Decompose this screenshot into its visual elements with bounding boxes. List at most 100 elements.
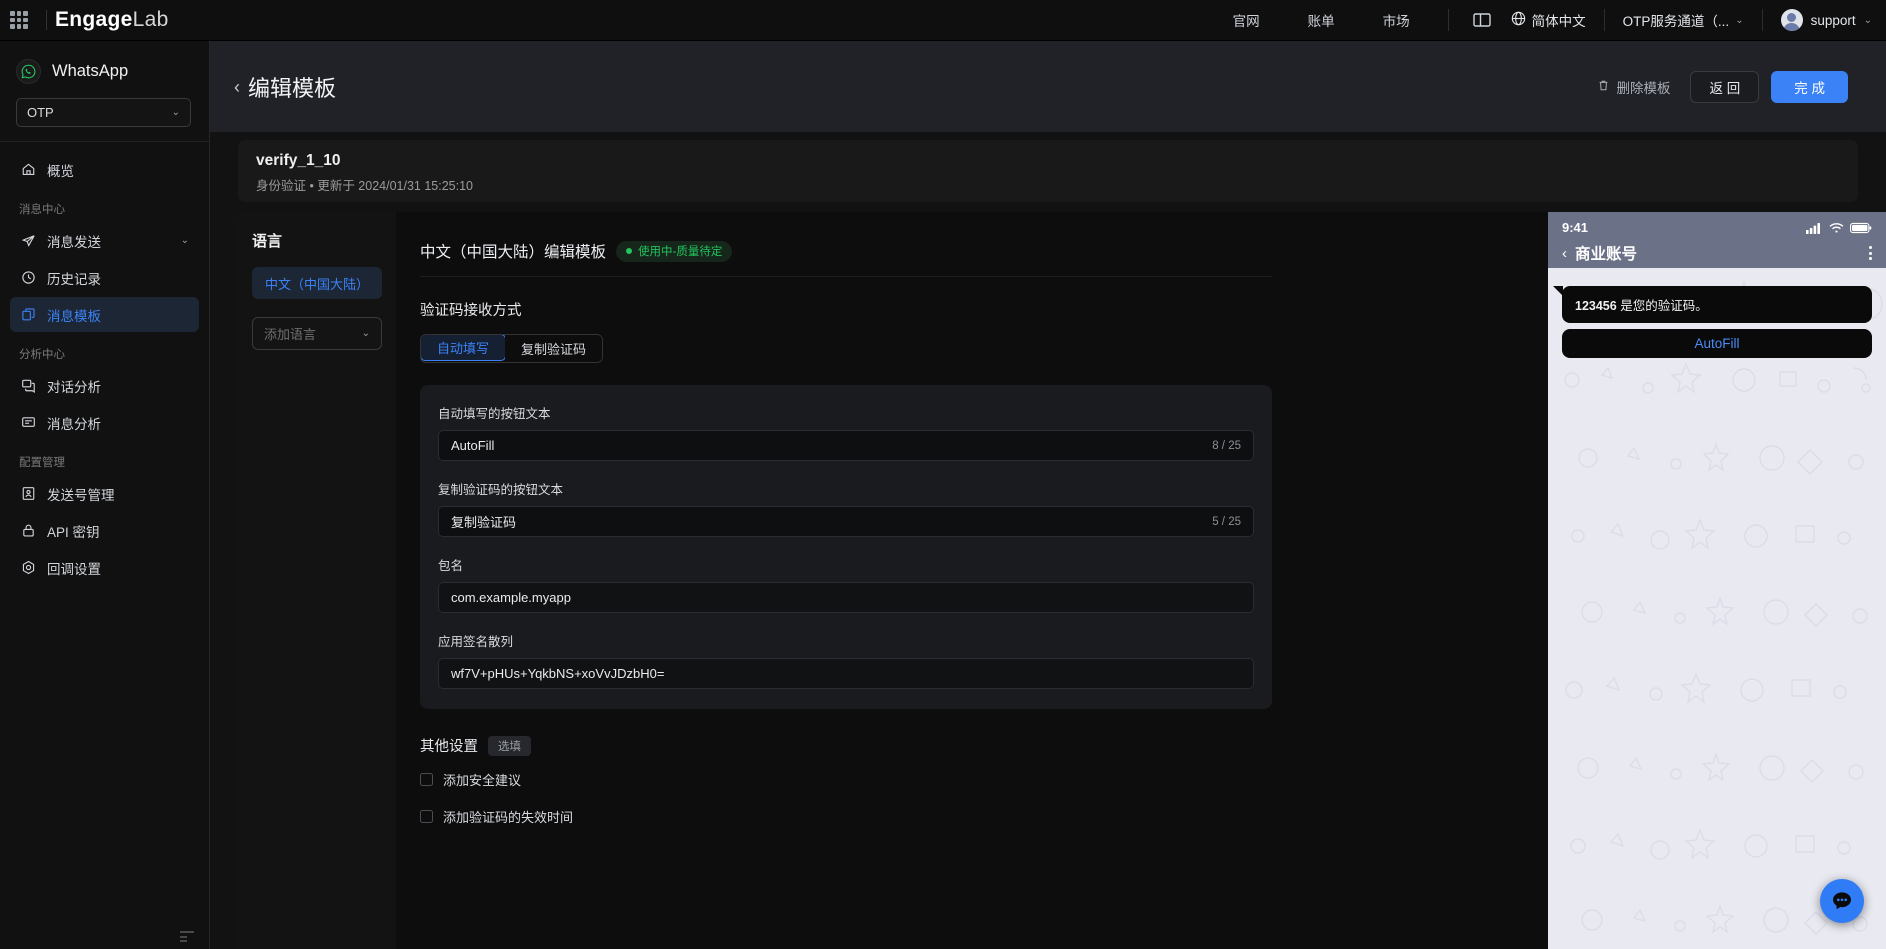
sidebar-group-config-management: 配置管理 (19, 457, 65, 469)
sidebar-item-conversation-analytics[interactable]: 对话分析 (10, 368, 199, 403)
sidebar-collapse-toggle[interactable] (178, 929, 196, 943)
optional-badge: 选填 (488, 735, 531, 756)
package-name-input[interactable] (451, 590, 1241, 605)
template-meta: 身份验证 • 更新于 2024/01/31 15:25:10 (256, 179, 473, 193)
status-dot-icon (626, 248, 633, 254)
top-divider (46, 10, 47, 30)
add-language-select[interactable]: 添加语言 ⌄ (252, 317, 382, 350)
callback-icon (20, 560, 36, 576)
checkbox-box[interactable] (420, 810, 433, 823)
user-menu[interactable]: support ⌄ (1780, 9, 1872, 31)
chevron-down-icon: ⌄ (361, 328, 370, 339)
add-language-placeholder: 添加语言 (264, 327, 317, 342)
copy-code-button-text-input-wrap[interactable]: 5 / 25 (438, 506, 1254, 537)
field-package-name: 包名 (438, 555, 1254, 613)
preview-message-bubble: 123456 是您的验证码。 (1553, 286, 1872, 323)
top-separator-3 (1761, 9, 1763, 31)
sidebar-item-label: 消息模板 (47, 308, 101, 324)
sidebar-item-callback-settings[interactable]: 回调设置 (10, 550, 199, 585)
done-button[interactable]: 完 成 (1771, 70, 1848, 103)
battery-icon (1850, 222, 1872, 233)
preview-gutter (1296, 212, 1576, 949)
sidebar-nav: 概览 消息中心 消息发送 ⌄ 历史记录 消息模板 分析中心 对话分析 消息分析 … (0, 142, 209, 585)
phone-nav-bar: ‹ 商业账号 (1562, 239, 1872, 267)
sidebar-item-history[interactable]: 历史记录 (10, 260, 199, 295)
autofill-button-text-input-wrap[interactable]: 8 / 25 (438, 430, 1254, 461)
phone-back-icon[interactable]: ‹ (1562, 245, 1567, 262)
language-switcher[interactable]: 简体中文 (1511, 10, 1586, 30)
delete-template-button[interactable]: 删除模板 (1597, 77, 1670, 97)
product-name: WhatsApp (52, 62, 129, 80)
brand-part2: Lab (132, 8, 169, 31)
checkbox-code-expiry[interactable]: 添加验证码的失效时间 (420, 807, 1272, 826)
channel-label: OTP服务通道（... (1622, 14, 1730, 29)
avatar (1780, 9, 1803, 31)
template-name: verify_1_10 (256, 152, 341, 169)
sidebar-item-sender-number[interactable]: 发送号管理 (10, 476, 199, 511)
send-icon (20, 233, 36, 249)
topnav-market[interactable]: 市场 (1383, 10, 1410, 30)
sidebar-item-message-template[interactable]: 消息模板 (10, 297, 199, 332)
phone-number-icon (20, 486, 36, 502)
panel-layout-icon[interactable] (1472, 12, 1491, 28)
page-title: 编辑模板 (248, 75, 337, 101)
chevron-down-icon: ⌄ (180, 235, 189, 246)
preview-action-button[interactable]: AutoFill (1562, 329, 1872, 358)
sidebar-item-overview[interactable]: 概览 (10, 152, 199, 187)
app-signature-hash-input-wrap[interactable] (438, 658, 1254, 689)
other-settings-title: 其他设置 (420, 739, 478, 755)
phone-more-icon[interactable] (1869, 246, 1872, 260)
package-name-input-wrap[interactable] (438, 582, 1254, 613)
channel-selector[interactable]: OTP服务通道（... ⌄ (1623, 10, 1744, 30)
globe-icon (1511, 11, 1526, 29)
tab-autofill[interactable]: 自动填写 (421, 335, 507, 361)
grid-apps-icon[interactable] (10, 11, 28, 29)
product-row: WhatsApp (16, 59, 193, 84)
preview-message-text: 是您的验证码。 (1616, 299, 1708, 313)
copy-code-button-text-input[interactable] (451, 514, 1213, 529)
sidebar-item-message-analytics[interactable]: 消息分析 (10, 405, 199, 440)
sidebar-item-api-key[interactable]: API 密钥 (10, 513, 199, 548)
checkbox-security-advice[interactable]: 添加安全建议 (420, 770, 1272, 789)
top-separator-2 (1603, 9, 1605, 31)
tab-copy-code[interactable]: 复制验证码 (505, 335, 603, 362)
brand-logo: Engage Lab (55, 8, 169, 32)
field-app-signature-hash: 应用签名散列 (438, 631, 1254, 689)
sidebar-group-message-center: 消息中心 (19, 204, 65, 216)
sidebar-item-label: 发送号管理 (47, 487, 115, 503)
sidebar-item-send-message[interactable]: 消息发送 ⌄ (10, 223, 199, 258)
channel-select-value: OTP (27, 105, 54, 120)
editor-title-row: 中文（中国大陆）编辑模板 使用中-质量待定 (420, 240, 1272, 262)
phone-top-bar: 9:41 ‹ 商业账号 (1548, 212, 1886, 268)
checkbox-box[interactable] (420, 773, 433, 786)
page-header: ‹ 编辑模板 删除模板 返 回 完 成 (210, 41, 1886, 132)
history-icon (20, 270, 36, 286)
language-heading: 语言 (252, 233, 283, 250)
char-counter: 8 / 25 (1212, 439, 1241, 452)
trash-icon (1597, 79, 1610, 95)
topnav-billing[interactable]: 账单 (1308, 10, 1335, 30)
field-label: 自动填写的按钮文本 (438, 407, 551, 421)
top-separator-1 (1447, 9, 1449, 31)
sidebar-item-label: 对话分析 (47, 379, 101, 395)
chevron-down-icon: ⌄ (171, 107, 180, 118)
template-info-card: verify_1_10 身份验证 • 更新于 2024/01/31 15:25:… (238, 140, 1858, 202)
sidebar-item-label: 消息发送 (47, 234, 101, 250)
topnav-official-site[interactable]: 官网 (1233, 10, 1260, 30)
channel-select[interactable]: OTP ⌄ (16, 98, 191, 127)
back-button[interactable]: 返 回 (1690, 70, 1760, 103)
phone-status-bar: 9:41 (1562, 218, 1872, 237)
language-item-zh-cn[interactable]: 中文（中国大陆） (252, 267, 382, 299)
support-chat-fab[interactable] (1820, 879, 1864, 923)
phone-preview: 9:41 ‹ 商业账号 123456 是您的验证码。 AutoFill (1548, 212, 1886, 949)
template-icon (20, 307, 36, 323)
checkbox-label: 添加验证码的失效时间 (443, 810, 574, 825)
editor-title: 中文（中国大陆）编辑模板 (420, 244, 607, 261)
sidebar-item-label: 概览 (47, 163, 74, 179)
cellular-signal-icon (1806, 222, 1820, 234)
top-bar: Engage Lab 官网 账单 市场 简体中文 OTP服务通道（... ⌄ s… (0, 0, 1886, 41)
back-chevron-icon[interactable]: ‹ (234, 78, 240, 96)
autofill-button-text-input[interactable] (451, 438, 1213, 453)
app-signature-hash-input[interactable] (451, 666, 1241, 681)
chevron-down-icon: ⌄ (1735, 14, 1744, 26)
